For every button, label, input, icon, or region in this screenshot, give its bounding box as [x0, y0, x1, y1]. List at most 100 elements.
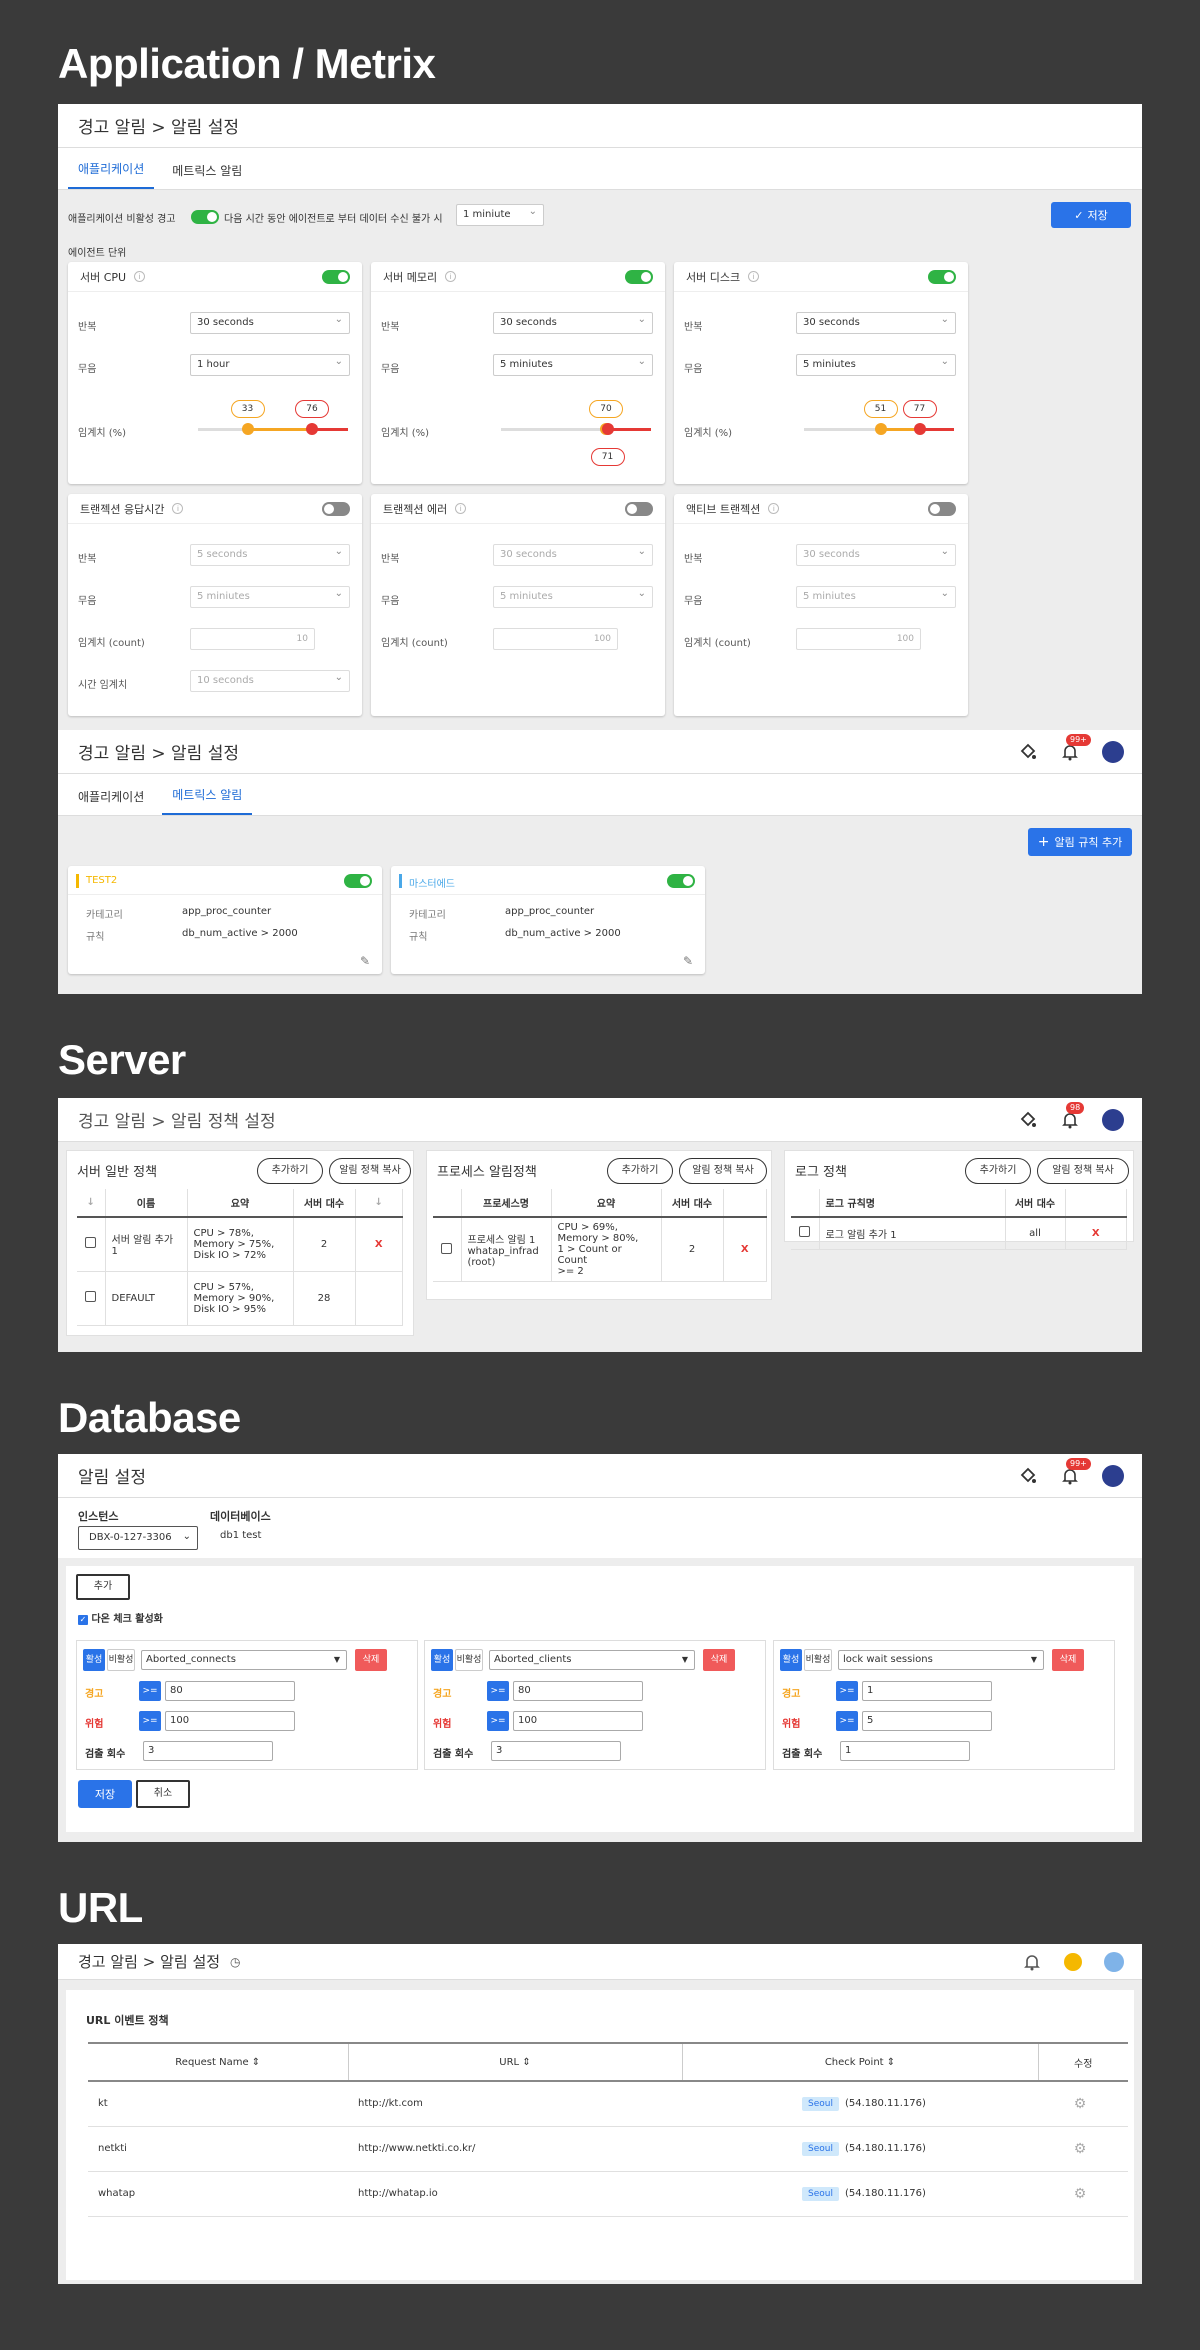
col-server-count[interactable]: 서버 대수: [661, 1189, 724, 1218]
card-toggle[interactable]: [928, 502, 956, 516]
info-icon[interactable]: i: [748, 271, 760, 282]
col-process-name[interactable]: 프로세스명: [461, 1189, 552, 1218]
mute-select[interactable]: 5 miniutes: [190, 584, 350, 608]
metric-select[interactable]: Aborted_connects ▼: [141, 1650, 347, 1670]
operator-button[interactable]: >=: [139, 1681, 161, 1701]
mute-select[interactable]: 5 miniutes: [493, 352, 653, 376]
mute-select[interactable]: 5 miniutes: [796, 584, 956, 608]
row-checkbox[interactable]: [441, 1242, 453, 1254]
bell-icon[interactable]: 99+: [1060, 733, 1091, 762]
history-icon[interactable]: ◷: [230, 1955, 240, 1969]
bell-icon[interactable]: 98: [1060, 1101, 1085, 1130]
repeat-select[interactable]: 5 seconds: [190, 542, 350, 566]
info-icon[interactable]: i: [172, 503, 184, 514]
copy-policy-button[interactable]: 알림 정책 복사: [679, 1158, 767, 1184]
multi-check-checkbox[interactable]: ✓: [78, 1615, 88, 1625]
copy-policy-button[interactable]: 알림 정책 복사: [329, 1158, 411, 1184]
cancel-button[interactable]: 취소: [136, 1780, 190, 1808]
delete-icon[interactable]: X: [723, 1217, 767, 1282]
detect-input[interactable]: 3: [143, 1741, 273, 1761]
table-row[interactable]: DEFAULT CPU > 57%, Memory > 90%, Disk IO…: [77, 1271, 403, 1326]
repeat-select[interactable]: 30 seconds: [493, 310, 653, 334]
inactive-select[interactable]: 1 miniute: [456, 202, 544, 226]
row-checkbox[interactable]: [799, 1226, 811, 1238]
warn-input[interactable]: 1: [862, 1681, 992, 1701]
delete-button[interactable]: 삭제: [355, 1649, 387, 1671]
threshold-slider[interactable]: [804, 423, 954, 435]
add-button[interactable]: 추가: [76, 1574, 130, 1600]
active-button[interactable]: 활성: [780, 1649, 802, 1671]
inactive-button[interactable]: 비활성: [107, 1649, 135, 1671]
operator-button[interactable]: >=: [487, 1681, 509, 1701]
edit-icon[interactable]: ✎: [683, 954, 693, 968]
row-checkbox[interactable]: [85, 1237, 97, 1249]
tab-metrix-2[interactable]: 메트릭스 알림: [162, 786, 253, 815]
tab-application-2[interactable]: 애플리케이션: [68, 788, 154, 815]
add-button[interactable]: 추가하기: [965, 1158, 1031, 1184]
delete-icon[interactable]: X: [1065, 1217, 1127, 1250]
time-threshold-select[interactable]: 10 seconds: [190, 668, 350, 692]
warn-handle[interactable]: [874, 423, 887, 435]
paint-bucket-icon[interactable]: [1018, 742, 1038, 762]
tab-metrix[interactable]: 메트릭스 알림: [162, 162, 252, 189]
active-button[interactable]: 활성: [431, 1649, 453, 1671]
instance-select[interactable]: DBX-0-127-3306 ⌄: [78, 1526, 198, 1550]
mute-select[interactable]: 5 miniutes: [796, 352, 956, 376]
col-check-point[interactable]: Check Point ⇕: [682, 2042, 1039, 2082]
delete-button[interactable]: 삭제: [703, 1649, 735, 1671]
info-icon[interactable]: i: [445, 271, 457, 282]
gear-icon[interactable]: ⚙: [1074, 2141, 1087, 2157]
card-toggle[interactable]: [928, 270, 956, 284]
avatar[interactable]: [1102, 1108, 1124, 1131]
save-button[interactable]: ✓ 저장: [1051, 202, 1131, 228]
info-icon[interactable]: i: [768, 503, 780, 514]
rule-name[interactable]: TEST2: [86, 875, 117, 886]
crit-handle[interactable]: [913, 423, 926, 435]
crit-handle[interactable]: [601, 423, 614, 435]
inactive-button[interactable]: 비활성: [804, 1649, 832, 1671]
delete-button[interactable]: 삭제: [1052, 1649, 1084, 1671]
table-row[interactable]: 서버 알림 추가 1 CPU > 78%, Memory > 75%, Disk…: [77, 1217, 403, 1272]
card-toggle[interactable]: [322, 270, 350, 284]
sort-icon[interactable]: ↓: [77, 1189, 106, 1218]
threshold-slider[interactable]: [198, 423, 348, 435]
table-row[interactable]: netkti http://www.netkti.co.kr/ Seoul (54…: [88, 2126, 1128, 2172]
inactive-button[interactable]: 비활성: [455, 1649, 483, 1671]
threshold-count-input[interactable]: 10: [190, 628, 315, 650]
operator-button[interactable]: >=: [487, 1711, 509, 1731]
table-row[interactable]: whatap http://whatap.io Seoul (54.180.11.…: [88, 2171, 1128, 2217]
paint-bucket-icon[interactable]: [1018, 1466, 1038, 1486]
col-summary[interactable]: 요약: [187, 1189, 294, 1218]
rule-toggle[interactable]: [344, 874, 372, 888]
delete-icon[interactable]: X: [355, 1217, 403, 1272]
col-summary[interactable]: 요약: [551, 1189, 662, 1218]
info-icon[interactable]: i: [455, 503, 467, 514]
gear-icon[interactable]: ⚙: [1074, 2186, 1087, 2202]
threshold-count-input[interactable]: 100: [796, 628, 921, 650]
operator-button[interactable]: >=: [139, 1711, 161, 1731]
edit-icon[interactable]: ✎: [360, 954, 370, 968]
warn-input[interactable]: 80: [513, 1681, 643, 1701]
bell-icon[interactable]: 99+: [1060, 1457, 1091, 1486]
row-checkbox[interactable]: [85, 1291, 97, 1302]
detect-input[interactable]: 1: [840, 1741, 970, 1761]
col-server-count[interactable]: 서버 대수: [1005, 1189, 1066, 1218]
active-button[interactable]: 활성: [83, 1649, 105, 1671]
copy-policy-button[interactable]: 알림 정책 복사: [1037, 1158, 1129, 1184]
card-toggle[interactable]: [625, 502, 653, 516]
db-save-button[interactable]: 저장: [78, 1780, 132, 1808]
crit-handle[interactable]: [306, 423, 318, 435]
table-row[interactable]: kt http://kt.com Seoul (54.180.11.176) ⚙: [88, 2081, 1128, 2127]
crit-input[interactable]: 100: [165, 1711, 295, 1731]
metric-select[interactable]: Aborted_clients ▼: [489, 1650, 695, 1670]
add-rule-button[interactable]: + 알림 규칙 추가: [1028, 828, 1132, 856]
table-row[interactable]: 로그 알림 추가 1 all X: [791, 1217, 1127, 1250]
operator-button[interactable]: >=: [836, 1711, 858, 1731]
bell-icon[interactable]: [1022, 1952, 1042, 1972]
crit-input[interactable]: 100: [513, 1711, 643, 1731]
warn-handle[interactable]: [241, 423, 254, 435]
col-name[interactable]: 이름: [105, 1189, 188, 1218]
repeat-select[interactable]: 30 seconds: [796, 542, 956, 566]
metric-select[interactable]: lock wait sessions ▼: [838, 1650, 1044, 1670]
threshold-slider[interactable]: [501, 423, 651, 435]
